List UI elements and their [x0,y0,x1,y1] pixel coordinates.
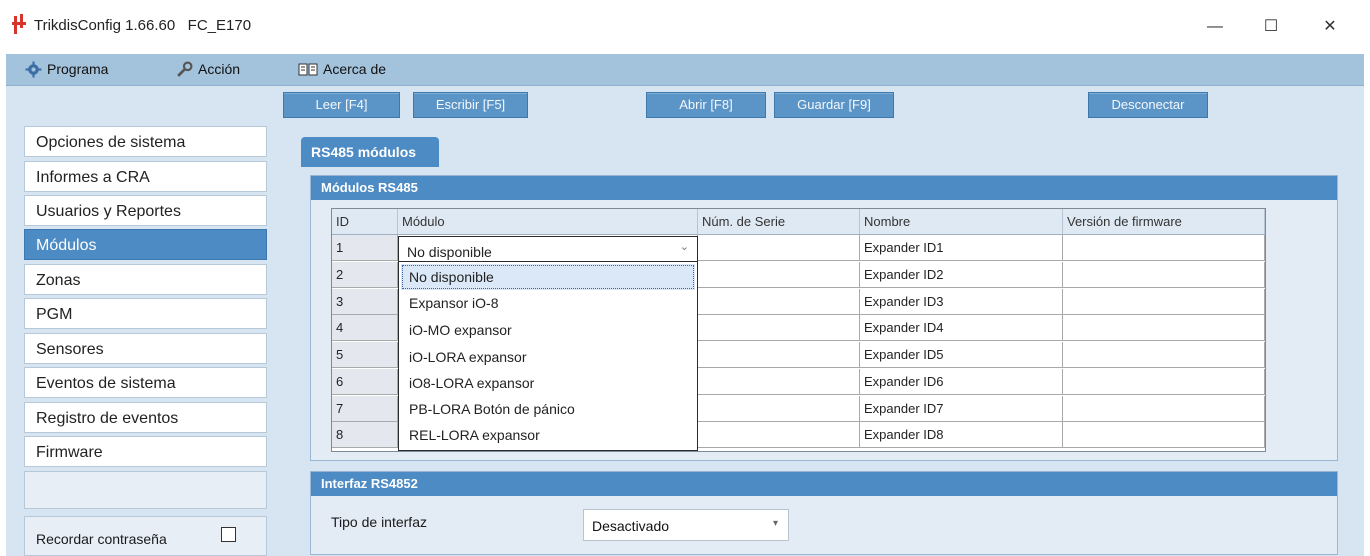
close-button[interactable]: ✕ [1307,10,1353,44]
title-bar: TrikdisConfig 1.66.60 FC_E170 — ☐ ✕ [0,0,1370,54]
dropdown-option[interactable]: iO-LORA expansor [401,344,695,370]
row-serial-cell[interactable] [698,235,860,261]
menu-acerca-label: Acerca de [323,61,387,77]
dropdown-option[interactable]: iO8-LORA expansor [401,370,695,396]
dropdown-arrow-icon: ▾ [772,518,778,529]
row-serial-cell[interactable] [698,369,860,395]
book-icon [298,63,318,76]
row-serial-cell[interactable] [698,396,860,422]
gear-icon [25,61,42,78]
menu-bar: Programa Acción Acerca de [6,54,1364,86]
row-id-cell: 7 [332,396,398,422]
menu-programa[interactable]: Programa [25,54,108,85]
row-id-cell: 8 [332,422,398,448]
row-id-cell: 3 [332,289,398,315]
row-name-cell[interactable]: Expander ID7 [860,396,1063,422]
row-version-cell[interactable] [1063,235,1265,261]
row-serial-cell[interactable] [698,315,860,341]
row-id-cell: 4 [332,315,398,341]
row-name-cell[interactable]: Expander ID8 [860,422,1063,448]
menu-accion-label: Acción [198,61,241,77]
row-name-cell[interactable]: Expander ID1 [860,235,1063,261]
sidebar-item-zonas[interactable]: Zonas [24,264,267,295]
module-combo-value: No disponible [407,244,492,260]
row-serial-cell[interactable] [698,342,860,368]
chevron-down-icon: ⌄ [679,241,689,253]
row-serial-cell[interactable] [698,422,860,448]
interface-type-label: Tipo de interfaz [331,514,427,530]
remember-password-label: Recordar contraseña [36,531,167,547]
row-version-cell[interactable] [1063,315,1265,341]
interface-type-select[interactable]: Desactivado ▾ [583,509,789,541]
menu-accion[interactable]: Acción [176,54,240,85]
sidebar-item-sensores[interactable]: Sensores [24,333,267,364]
maximize-button[interactable]: ☐ [1248,10,1294,44]
sidebar-item-usuarios[interactable]: Usuarios y Reportes [24,195,267,226]
row-id-cell: 5 [332,342,398,368]
column-header-version[interactable]: Versión de firmware [1063,209,1265,235]
window-title: TrikdisConfig 1.66.60 FC_E170 [34,17,252,34]
row-name-cell[interactable]: Expander ID4 [860,315,1063,341]
tab-rs485-modulos[interactable]: RS485 módulos [301,137,439,167]
remember-password-panel: Recordar contraseña [24,516,267,556]
row-name-cell[interactable]: Expander ID6 [860,369,1063,395]
minimize-button[interactable]: — [1192,10,1238,44]
row-name-cell[interactable]: Expander ID2 [860,262,1063,288]
interface-group: Interfaz RS4852 Tipo de interfaz [310,471,1338,555]
row-version-cell[interactable] [1063,422,1265,448]
write-button[interactable]: Escribir [F5] [413,92,528,118]
save-button[interactable]: Guardar [F9] [774,92,894,118]
remember-password-checkbox[interactable] [221,527,236,542]
app-logo-icon [12,14,26,34]
row-serial-cell[interactable] [698,262,860,288]
dropdown-option[interactable]: Expansor iO-8 [401,290,695,316]
row-id-cell: 1 [332,235,398,261]
row-version-cell[interactable] [1063,369,1265,395]
menu-programa-label: Programa [47,61,109,77]
dropdown-option[interactable]: No disponible [401,264,695,290]
module-dropdown-list: No disponible Expansor iO-8 iO-MO expans… [398,261,698,451]
row-name-cell[interactable]: Expander ID3 [860,289,1063,315]
column-header-id[interactable]: ID [332,209,398,235]
column-header-num-serie[interactable]: Núm. de Serie [698,209,860,235]
menu-acerca[interactable]: Acerca de [298,54,386,85]
dropdown-option[interactable]: iO-MO expansor [401,317,695,343]
open-button[interactable]: Abrir [F8] [646,92,766,118]
disconnect-button[interactable]: Desconectar [1088,92,1208,118]
sidebar-item-opciones-sistema[interactable]: Opciones de sistema [24,126,267,157]
row-version-cell[interactable] [1063,289,1265,315]
column-header-nombre[interactable]: Nombre [860,209,1063,235]
row-name-cell[interactable]: Expander ID5 [860,342,1063,368]
row-id-cell: 6 [332,369,398,395]
sidebar-item-informes-cra[interactable]: Informes a CRA [24,161,267,192]
row-serial-cell[interactable] [698,289,860,315]
module-combo[interactable]: No disponible ⌄ [398,236,698,262]
dropdown-option[interactable]: PB-LORA Botón de pánico [401,396,695,422]
interface-type-value: Desactivado [592,518,670,534]
sidebar-empty-area [24,471,267,509]
column-header-modulo[interactable]: Módulo [398,209,698,235]
row-version-cell[interactable] [1063,262,1265,288]
row-version-cell[interactable] [1063,396,1265,422]
modules-group-title: Módulos RS485 [311,176,1337,200]
sidebar-item-modulos[interactable]: Módulos [24,229,267,260]
dropdown-option[interactable]: REL-LORA expansor [401,422,695,448]
interface-group-title: Interfaz RS4852 [311,472,1337,496]
read-button[interactable]: Leer [F4] [283,92,400,118]
row-version-cell[interactable] [1063,342,1265,368]
sidebar-item-registro-eventos[interactable]: Registro de eventos [24,402,267,433]
sidebar-item-pgm[interactable]: PGM [24,298,267,329]
sidebar-item-eventos-sistema[interactable]: Eventos de sistema [24,367,267,398]
row-id-cell: 2 [332,262,398,288]
sidebar-item-firmware[interactable]: Firmware [24,436,267,467]
wrench-icon [177,61,193,77]
